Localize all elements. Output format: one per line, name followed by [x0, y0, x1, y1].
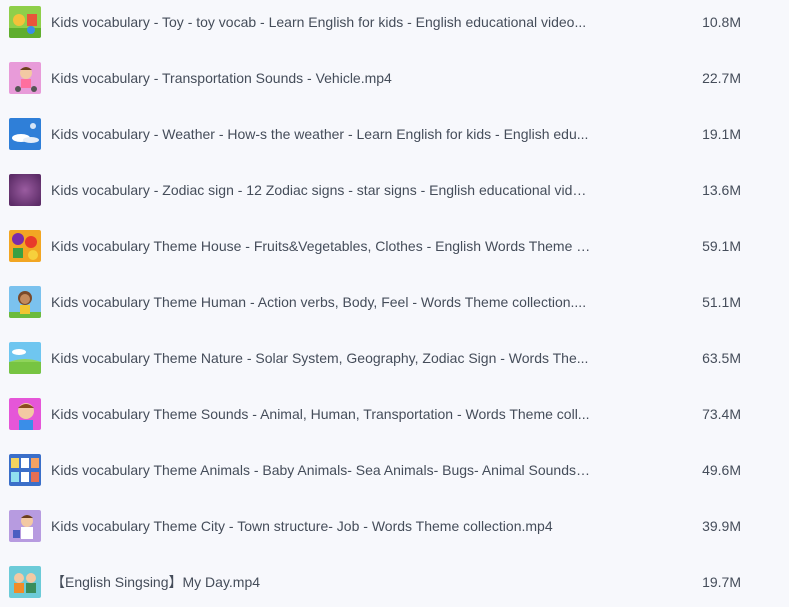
file-size: 13.6M [702, 182, 741, 198]
file-row[interactable]: Kids vocabulary Theme Animals - Baby Ani… [0, 442, 789, 498]
file-list: Kids vocabulary - Toy - toy vocab - Lear… [0, 0, 789, 607]
file-name: Kids vocabulary - Zodiac sign - 12 Zodia… [51, 182, 591, 198]
animals-thumbnail-icon [9, 454, 41, 486]
file-size: 22.7M [702, 70, 741, 86]
file-size: 19.7M [702, 574, 741, 590]
toy-thumbnail-icon [9, 6, 41, 38]
file-name: Kids vocabulary - Transportation Sounds … [51, 70, 392, 86]
weather-thumbnail-icon [9, 118, 41, 150]
file-name: 【English Singsing】My Day.mp4 [51, 574, 261, 590]
file-name: Kids vocabulary Theme Animals - Baby Ani… [51, 462, 591, 478]
human-thumbnail-icon [9, 286, 41, 318]
sounds-thumbnail-icon [9, 398, 41, 430]
my-day-thumbnail-icon [9, 566, 41, 598]
file-row[interactable]: Kids vocabulary Theme House - Fruits&Veg… [0, 218, 789, 274]
file-size: 39.9M [702, 518, 741, 534]
file-name: Kids vocabulary Theme Sounds - Animal, H… [51, 406, 590, 422]
file-name: Kids vocabulary - Weather - How-s the we… [51, 126, 589, 142]
file-size: 10.8M [702, 14, 741, 30]
file-row[interactable]: Kids vocabulary - Toy - toy vocab - Lear… [0, 0, 789, 50]
file-size: 49.6M [702, 462, 741, 478]
file-row[interactable]: Kids vocabulary - Weather - How-s the we… [0, 106, 789, 162]
file-size: 19.1M [702, 126, 741, 142]
file-name: Kids vocabulary Theme Nature - Solar Sys… [51, 350, 589, 366]
file-name: Kids vocabulary Theme Human - Action ver… [51, 294, 587, 310]
city-thumbnail-icon [9, 510, 41, 542]
file-size: 51.1M [702, 294, 741, 310]
file-name: Kids vocabulary Theme City - Town struct… [51, 518, 553, 534]
transportation-thumbnail-icon [9, 62, 41, 94]
nature-thumbnail-icon [9, 342, 41, 374]
file-size: 73.4M [702, 406, 741, 422]
file-row[interactable]: Kids vocabulary Theme Sounds - Animal, H… [0, 386, 789, 442]
file-row[interactable]: Kids vocabulary - Transportation Sounds … [0, 50, 789, 106]
file-row[interactable]: Kids vocabulary Theme Human - Action ver… [0, 274, 789, 330]
file-size: 63.5M [702, 350, 741, 366]
file-row[interactable]: Kids vocabulary Theme City - Town struct… [0, 498, 789, 554]
file-row[interactable]: 【English Singsing】My Day.mp4 19.7M [0, 554, 789, 607]
file-row[interactable]: Kids vocabulary Theme Nature - Solar Sys… [0, 330, 789, 386]
house-thumbnail-icon [9, 230, 41, 262]
file-size: 59.1M [702, 238, 741, 254]
file-name: Kids vocabulary - Toy - toy vocab - Lear… [51, 14, 587, 30]
file-name: Kids vocabulary Theme House - Fruits&Veg… [51, 238, 591, 254]
zodiac-thumbnail-icon [9, 174, 41, 206]
file-row[interactable]: Kids vocabulary - Zodiac sign - 12 Zodia… [0, 162, 789, 218]
